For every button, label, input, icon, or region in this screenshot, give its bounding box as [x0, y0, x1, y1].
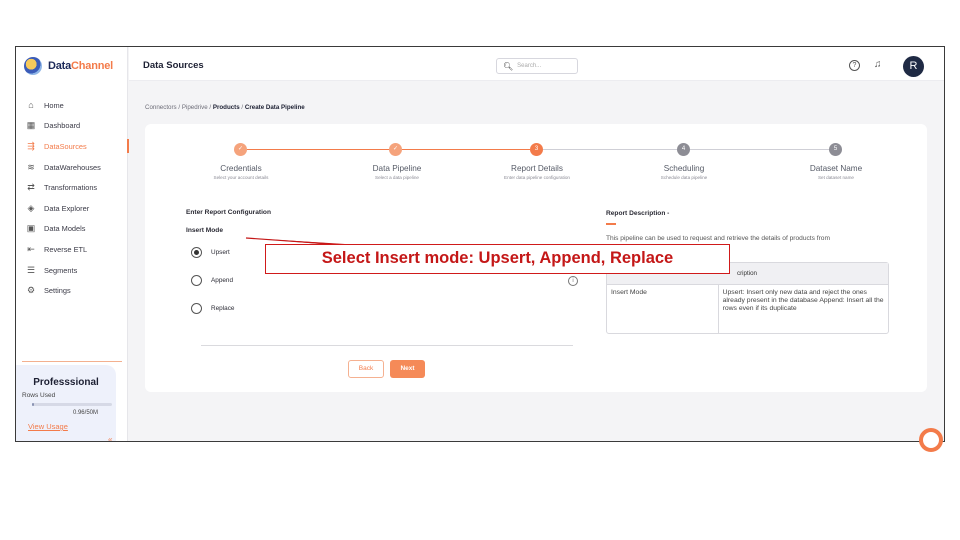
- step-scheduling: Scheduling Schedule data pipeline: [660, 164, 708, 180]
- info-icon[interactable]: i: [568, 276, 578, 286]
- rows-used-fill: [32, 403, 34, 406]
- logo-mark-icon: [24, 57, 42, 75]
- collapse-sidebar-icon[interactable]: «: [108, 435, 112, 441]
- models-icon: ▣: [26, 223, 36, 234]
- explorer-icon: ◈: [27, 202, 35, 213]
- view-usage-link[interactable]: View Usage: [22, 422, 110, 431]
- radio-upsert[interactable]: Upsert: [191, 247, 230, 258]
- step-4-dot: 4: [677, 143, 690, 156]
- table-cell-value: Upsert: Insert only new data and reject …: [722, 289, 884, 313]
- step-2-check-icon: ✓: [389, 143, 402, 156]
- sidebar-item-reverse-etl[interactable]: ⇤ Reverse ETL: [16, 239, 128, 260]
- dashboard-icon: ▦: [26, 120, 36, 131]
- plan-divider: [22, 361, 122, 362]
- section-title: Enter Report Configuration: [186, 209, 271, 216]
- rows-used-bar: [32, 403, 112, 406]
- step-connector: [402, 149, 530, 150]
- breadcrumb-pipedrive[interactable]: Pipedrive: [182, 104, 208, 111]
- step-connector: [543, 149, 677, 150]
- avatar[interactable]: R: [903, 56, 924, 77]
- step-connector: [690, 149, 829, 150]
- step-credentials: Credentials Select your account details: [213, 164, 269, 180]
- sidebar-nav: ⌂ Home ▦ Dashboard ⇶ DataSources ≋ DataWareh…: [16, 95, 129, 301]
- topbar: Data Sources 🔍︎ Search... ? ♫ R: [129, 47, 944, 81]
- radio-append-circle[interactable]: [191, 275, 202, 286]
- form-divider: [201, 345, 573, 346]
- back-button[interactable]: Back: [348, 360, 384, 378]
- insert-mode-label: Insert Mode: [186, 227, 224, 234]
- logo-text: DataChannel: [48, 60, 114, 72]
- sidebar: DataChannel ⌂ Home ▦ Dashboard ⇶ DataSource…: [16, 47, 129, 441]
- transform-icon: ⇄: [27, 182, 35, 193]
- breadcrumb-connectors[interactable]: Connectors: [145, 104, 177, 111]
- step-connector: [247, 149, 389, 150]
- report-description-text: This pipeline can be used to request and…: [606, 235, 830, 242]
- rows-used-value: 0.96/50M: [72, 410, 98, 416]
- page-title: Data Sources: [143, 60, 204, 71]
- search-placeholder: Search...: [517, 63, 542, 69]
- annotation-callout: Select Insert mode: Upsert, Append, Repl…: [265, 244, 730, 274]
- breadcrumb-products[interactable]: Products: [213, 104, 240, 111]
- search-input[interactable]: 🔍︎ Search...: [496, 58, 578, 74]
- plan-card: Professsional Rows Used 0.96/50M View Us…: [16, 365, 116, 441]
- logo[interactable]: DataChannel: [24, 57, 113, 75]
- sidebar-item-dashboard[interactable]: ▦ Dashboard: [16, 116, 128, 137]
- step-5-dot: 5: [829, 143, 842, 156]
- sidebar-item-transformations[interactable]: ⇄ Transformations: [16, 177, 128, 198]
- step-dataset-name: Dataset Name Set dataset name: [809, 164, 863, 180]
- step-report-details: Report Details Enter data pipeline confi…: [504, 164, 570, 180]
- radio-replace[interactable]: Replace: [191, 303, 234, 314]
- report-description-underline: [606, 223, 616, 225]
- step-3-dot: 3: [530, 143, 543, 156]
- search-icon: 🔍︎: [503, 61, 514, 71]
- report-description-title: Report Description -: [606, 210, 670, 217]
- breadcrumb-current: Create Data Pipeline: [244, 104, 305, 111]
- table-cell-key: Insert Mode: [607, 285, 719, 333]
- sidebar-item-datawarehouses[interactable]: ≋ DataWarehouses: [16, 157, 128, 178]
- segments-icon: ☰: [26, 264, 36, 275]
- datasources-icon: ⇶: [27, 140, 35, 151]
- sidebar-item-data-models[interactable]: ▣ Data Models: [16, 219, 128, 240]
- radio-replace-circle[interactable]: [191, 303, 202, 314]
- database-icon: ≋: [27, 161, 35, 172]
- help-icon[interactable]: ?: [849, 60, 860, 71]
- rows-used-label: Rows Used: [22, 392, 56, 399]
- step-data-pipeline: Data Pipeline Select a data pipeline: [372, 164, 422, 180]
- sidebar-item-settings[interactable]: ⚙ Settings: [16, 280, 128, 301]
- plan-title: Professsional: [33, 377, 99, 388]
- home-icon: ⌂: [28, 99, 34, 110]
- sidebar-item-home[interactable]: ⌂ Home: [16, 95, 128, 116]
- gear-icon: ⚙: [26, 285, 36, 296]
- next-button[interactable]: Next: [390, 360, 425, 378]
- breadcrumb: Connectors / Pipedrive / Products / Crea…: [145, 104, 305, 111]
- bell-icon[interactable]: ♫: [874, 59, 882, 70]
- sidebar-item-datasources[interactable]: ⇶ DataSources: [16, 136, 129, 157]
- reverse-etl-icon: ⇤: [27, 243, 35, 254]
- sidebar-item-segments[interactable]: ☰ Segments: [16, 260, 128, 281]
- sidebar-item-data-explorer[interactable]: ◈ Data Explorer: [16, 198, 128, 219]
- radio-append[interactable]: Append: [191, 275, 233, 286]
- chat-support-icon[interactable]: [919, 428, 943, 452]
- radio-upsert-circle[interactable]: [191, 247, 202, 258]
- step-1-check-icon: ✓: [234, 143, 247, 156]
- table-row: Insert Mode Upsert: Insert only new data…: [607, 285, 888, 333]
